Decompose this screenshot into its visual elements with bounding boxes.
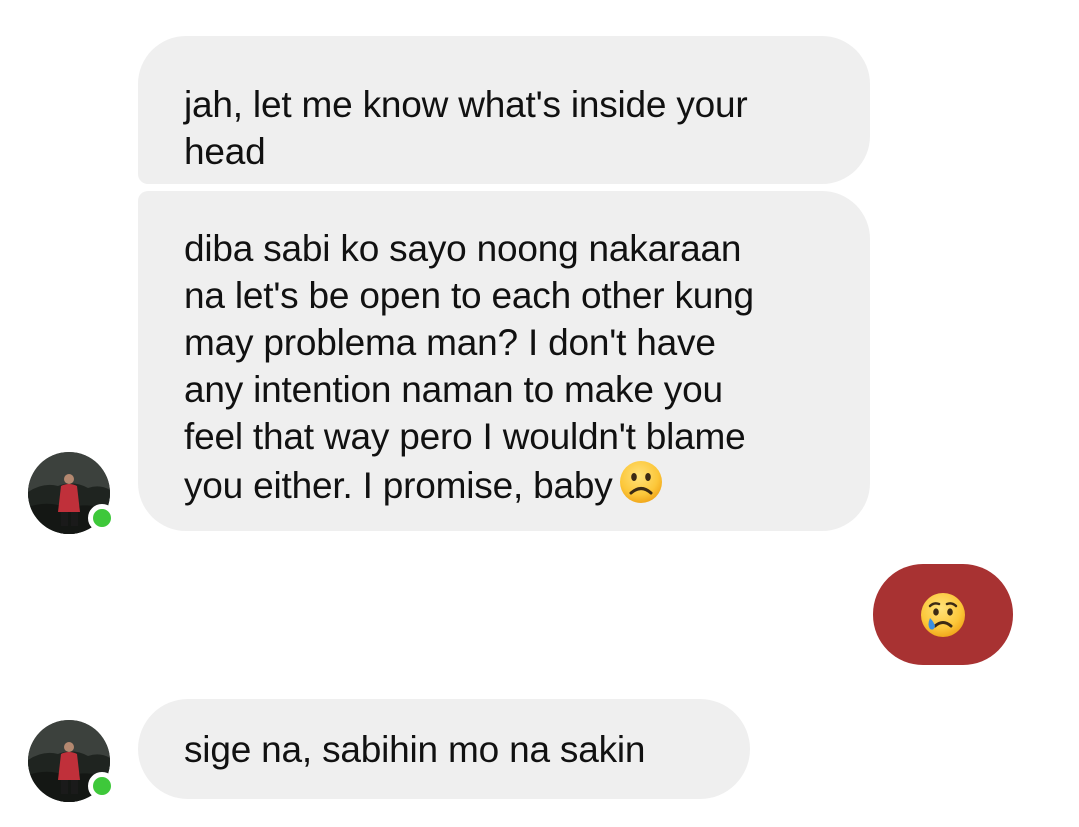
- crying-face-icon: [921, 592, 965, 637]
- received-message-1[interactable]: jah, let me know what's inside your head: [138, 36, 870, 184]
- message-line: may problema man? I don't have: [184, 322, 716, 363]
- message-line: head: [184, 131, 266, 172]
- message-line: jah, let me know what's inside your: [184, 84, 748, 125]
- online-status-indicator: [88, 772, 116, 800]
- message-line-text: you either. I promise, baby: [184, 465, 613, 506]
- message-line: feel that way pero I wouldn't blame: [184, 416, 746, 457]
- message-line: any intention naman to make you: [184, 369, 723, 410]
- message-line-last: you either. I promise, baby: [184, 460, 830, 509]
- frowning-face-icon: [619, 461, 662, 503]
- message-line: diba sabi ko sayo noong nakaraan: [184, 228, 742, 269]
- contact-avatar[interactable]: [28, 452, 116, 534]
- message-line: sige na, sabihin mo na sakin: [184, 729, 646, 770]
- online-status-indicator: [88, 504, 116, 532]
- received-message-3[interactable]: sige na, sabihin mo na sakin: [138, 699, 750, 799]
- message-line: na let's be open to each other kung: [184, 275, 754, 316]
- contact-avatar[interactable]: [28, 720, 116, 802]
- received-message-2[interactable]: diba sabi ko sayo noong nakaraan na let'…: [138, 191, 870, 531]
- sent-message-emoji[interactable]: [873, 564, 1013, 665]
